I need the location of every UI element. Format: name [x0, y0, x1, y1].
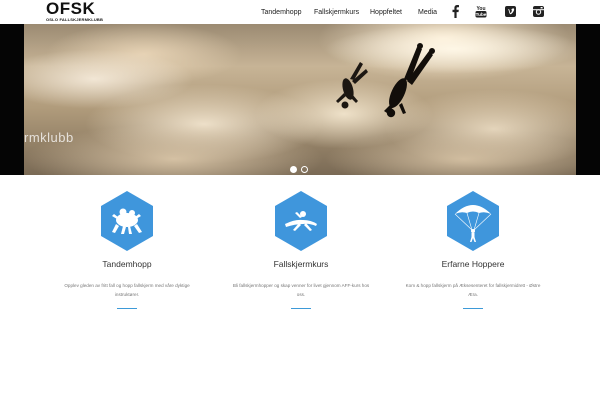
slider-dots — [290, 166, 308, 173]
slider-dot-2[interactable] — [301, 166, 308, 173]
feature-divider — [463, 308, 483, 309]
feature-title[interactable]: Erfarne Hoppere — [398, 259, 548, 269]
facebook-icon[interactable] — [450, 4, 460, 18]
feature-description: Bli fallskjermhopper og skap venner for … — [232, 283, 370, 297]
nav-item-tandemhopp[interactable]: Tandemhopp — [261, 9, 301, 16]
svg-text:Tube: Tube — [476, 12, 487, 17]
feature-title[interactable]: Tandemhopp — [52, 259, 202, 269]
feature-tandemhopp: Tandemhopp Opplev gleden av fritt fall o… — [52, 190, 202, 309]
youtube-icon[interactable]: You Tube — [474, 4, 488, 18]
nav-item-hoppfeltet[interactable]: Hoppfeltet — [370, 9, 402, 16]
feature-erfarne-hoppere: Erfarne Hoppere Kom & hopp fallskjerm på… — [398, 190, 548, 309]
hero-overlay-text: rmklubb — [24, 130, 74, 145]
instagram-icon[interactable] — [532, 4, 544, 18]
features-section: Tandemhopp Opplev gleden av fritt fall o… — [0, 175, 600, 400]
tandem-skydivers-icon[interactable] — [99, 190, 155, 252]
parachute-canopy-icon[interactable] — [445, 190, 501, 252]
skydiver-silhouettes — [336, 43, 435, 118]
slider-dot-1[interactable] — [290, 166, 297, 173]
feature-divider — [117, 308, 137, 309]
site-logo[interactable]: OFSK OSLO FALLSKJERMKLUBB — [46, 0, 106, 23]
feature-description: Kom & hopp fallskjerm på Æksesenteret fo… — [405, 283, 541, 297]
site-header: OFSK OSLO FALLSKJERMKLUBB Tandemhopp Fal… — [0, 0, 600, 24]
logo-main-text: OFSK — [46, 0, 96, 18]
freefall-skydiver-icon[interactable] — [273, 190, 329, 252]
feature-title[interactable]: Fallskjermkurs — [226, 259, 376, 269]
nav-item-media[interactable]: Media — [418, 9, 437, 16]
feature-description: Opplev gleden av fritt fall og hopp fall… — [64, 283, 190, 297]
feature-divider — [291, 308, 311, 309]
nav-item-fallskjermkurs[interactable]: Fallskjermkurs — [314, 9, 359, 16]
vimeo-icon[interactable] — [504, 4, 516, 18]
feature-fallskjermkurs: Fallskjermkurs Bli fallskjermhopper og s… — [226, 190, 376, 309]
logo-sub-text: OSLO FALLSKJERMKLUBB — [46, 17, 104, 22]
hero-sky-image: rmklubb — [24, 24, 576, 175]
hero-slider[interactable]: rmklubb — [0, 24, 600, 175]
